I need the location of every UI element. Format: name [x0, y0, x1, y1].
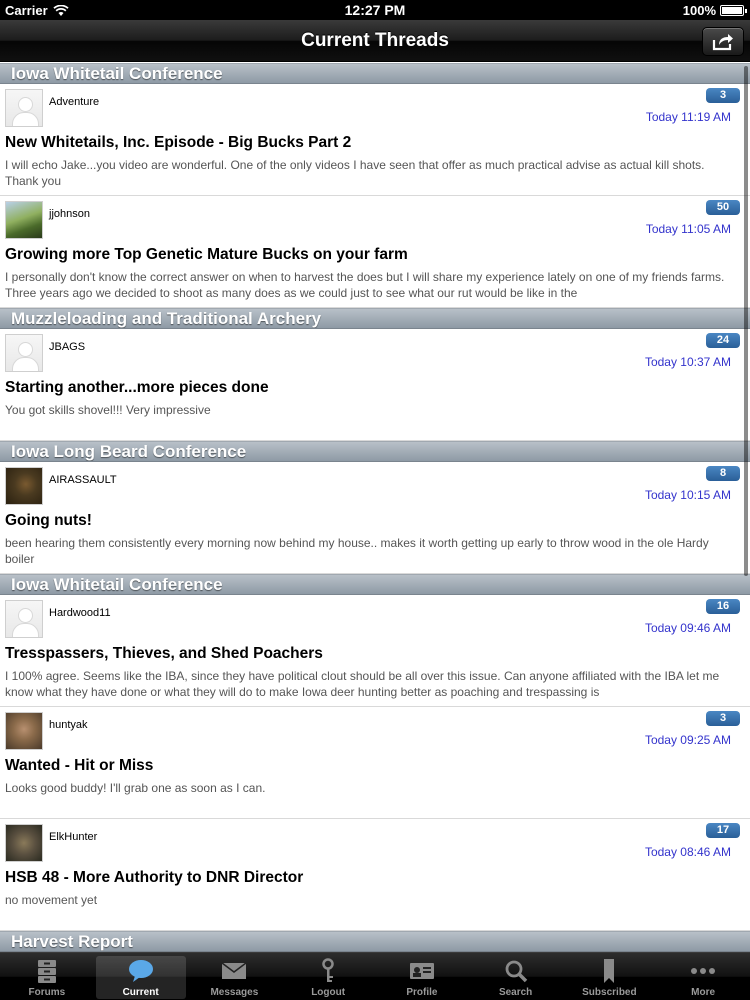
clock: 12:27 PM: [344, 2, 406, 18]
tab-profile[interactable]: Profile: [375, 953, 469, 1000]
navigation-bar: Current Threads: [0, 20, 750, 62]
profile-icon: [408, 957, 436, 985]
page-title: Current Threads: [301, 30, 449, 51]
avatar: [5, 467, 43, 505]
tab-subscribed[interactable]: Subscribed: [563, 953, 657, 1000]
thread-subject: Starting another...more pieces done: [5, 379, 269, 396]
thread-author: Adventure: [49, 96, 100, 108]
tab-label: Forums: [28, 987, 66, 998]
tab-current[interactable]: Current: [94, 953, 188, 1000]
battery-icon: [720, 5, 747, 16]
share-button[interactable]: [702, 27, 744, 56]
tab-bar: Forums Current Messages Logout Profile Search…: [0, 952, 750, 1000]
thread-row[interactable]: AIRASSAULT 8 Today 10:15 AM Going nuts! …: [0, 462, 750, 574]
thread-timestamp: Today 10:15 AM: [644, 488, 731, 502]
section-header: Harvest Report: [0, 931, 750, 952]
reply-count-badge: 24: [706, 333, 740, 348]
messages-icon: [220, 957, 248, 985]
reply-count-badge: 17: [706, 823, 740, 838]
thread-preview: Looks good buddy! I'll grab one as soon …: [5, 781, 266, 795]
tab-more[interactable]: More: [656, 953, 750, 1000]
key-icon: [314, 957, 342, 985]
tab-label: Messages: [210, 987, 259, 998]
more-icon: [689, 957, 717, 985]
thread-subject: Growing more Top Genetic Mature Bucks on…: [5, 246, 408, 263]
thread-timestamp: Today 08:46 AM: [644, 845, 731, 859]
battery-percent: 100%: [682, 3, 716, 18]
avatar-image: [6, 825, 42, 861]
search-icon: [502, 957, 530, 985]
avatar-image: [6, 601, 42, 637]
thread-timestamp: Today 11:19 AM: [645, 110, 731, 124]
reply-count-badge: 3: [706, 711, 740, 726]
avatar: [5, 334, 43, 372]
thread-author: huntyak: [49, 719, 88, 731]
tab-forums[interactable]: Forums: [0, 953, 94, 1000]
thread-subject: Going nuts!: [5, 512, 92, 529]
thread-author: AIRASSAULT: [49, 474, 117, 486]
avatar-image: [6, 335, 42, 371]
tab-search[interactable]: Search: [469, 953, 563, 1000]
share-icon: [712, 33, 733, 50]
tab-label: Profile: [406, 987, 438, 998]
thread-timestamp: Today 09:46 AM: [644, 621, 731, 635]
thread-list[interactable]: Iowa Whitetail Conference Adventure 3 To…: [0, 63, 750, 952]
thread-preview: been hearing them consistently every mor…: [5, 536, 709, 566]
thread-preview: no movement yet: [5, 893, 98, 907]
thread-timestamp: Today 11:05 AM: [645, 222, 731, 236]
bookmark-icon: [595, 957, 623, 985]
thread-author: ElkHunter: [49, 831, 98, 843]
avatar-image: [6, 468, 42, 504]
avatar: [5, 201, 43, 239]
avatar: [5, 824, 43, 862]
reply-count-badge: 3: [706, 88, 740, 103]
thread-preview: I personally don't know the correct answ…: [5, 270, 725, 300]
thread-subject: New Whitetails, Inc. Episode - Big Bucks…: [5, 134, 352, 151]
reply-count-badge: 8: [706, 466, 740, 481]
avatar-image: [6, 202, 42, 238]
thread-preview: I 100% agree. Seems like the IBA, since …: [5, 669, 720, 699]
thread-preview: I will echo Jake...you video are wonderf…: [5, 158, 705, 188]
reply-count-badge: 16: [706, 599, 740, 614]
thread-subject: Wanted - Hit or Miss: [5, 757, 154, 774]
thread-row[interactable]: JBAGS 24 Today 10:37 AM Starting another…: [0, 329, 750, 441]
avatar: [5, 89, 43, 127]
tab-logout[interactable]: Logout: [281, 953, 375, 1000]
scroll-indicator: [744, 66, 748, 576]
tab-label: Current: [122, 987, 159, 998]
avatar-image: [6, 90, 42, 126]
current-icon: [127, 957, 155, 985]
forums-icon: [33, 957, 61, 985]
thread-row[interactable]: jjohnson 50 Today 11:05 AM Growing more …: [0, 196, 750, 308]
avatar: [5, 600, 43, 638]
thread-author: JBAGS: [49, 341, 86, 353]
thread-timestamp: Today 10:37 AM: [644, 355, 731, 369]
thread-row[interactable]: ElkHunter 17 Today 08:46 AM HSB 48 - Mor…: [0, 819, 750, 931]
thread-row[interactable]: Adventure 3 Today 11:19 AM New Whitetail…: [0, 84, 750, 196]
section-header: Iowa Long Beard Conference: [0, 441, 750, 462]
battery-indicator: 100%: [682, 3, 747, 18]
tab-label: More: [691, 987, 716, 998]
thread-subject: HSB 48 - More Authority to DNR Director: [5, 869, 304, 886]
section-header: Iowa Whitetail Conference: [0, 574, 750, 595]
thread-preview: You got skills shovel!!! Very impressive: [5, 403, 211, 417]
avatar: [5, 712, 43, 750]
tab-label: Search: [498, 987, 533, 998]
thread-author: jjohnson: [49, 208, 90, 220]
tab-label: Subscribed: [582, 987, 637, 998]
section-header: Iowa Whitetail Conference: [0, 63, 750, 84]
status-bar: Carrier 12:27 PM 100%: [0, 0, 750, 20]
thread-row[interactable]: huntyak 3 Today 09:25 AM Wanted - Hit or…: [0, 707, 750, 819]
thread-timestamp: Today 09:25 AM: [644, 733, 731, 747]
avatar-image: [6, 713, 42, 749]
tab-messages[interactable]: Messages: [188, 953, 282, 1000]
reply-count-badge: 50: [706, 200, 740, 215]
thread-author: Hardwood11: [49, 607, 111, 619]
thread-subject: Tresspassers, Thieves, and Shed Poachers: [5, 645, 323, 662]
tab-label: Logout: [311, 987, 346, 998]
section-header: Muzzleloading and Traditional Archery: [0, 308, 750, 329]
thread-row[interactable]: Hardwood11 16 Today 09:46 AM Tresspasser…: [0, 595, 750, 707]
